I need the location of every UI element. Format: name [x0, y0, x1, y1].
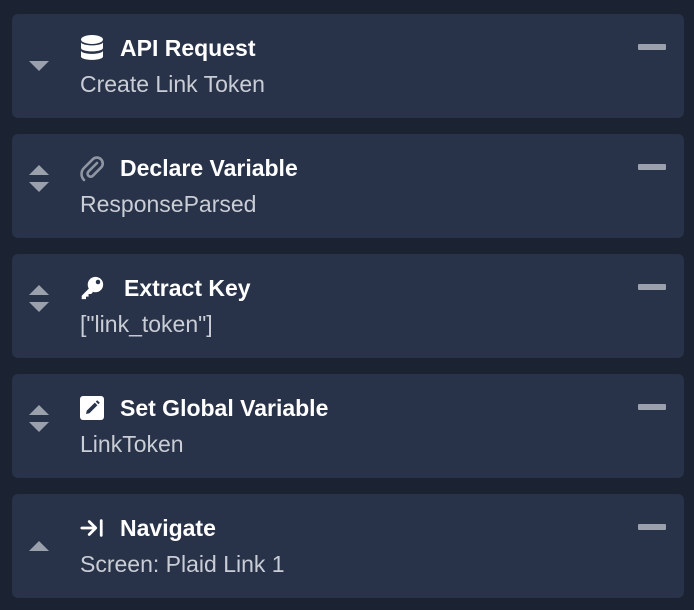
- move-up-button[interactable]: [29, 404, 49, 416]
- block-title: API Request: [120, 35, 256, 61]
- collapse-button[interactable]: [638, 44, 666, 50]
- caret-up-icon: [29, 165, 49, 175]
- caret-down-icon: [29, 61, 49, 71]
- paperclip-icon: [80, 154, 104, 182]
- move-up-button[interactable]: [29, 284, 49, 296]
- block-subtitle: Create Link Token: [80, 71, 265, 97]
- caret-up-icon: [29, 541, 49, 551]
- block-subtitle: ResponseParsed: [80, 191, 257, 217]
- move-down-button[interactable]: [29, 421, 49, 433]
- action-block-list: API Request Create Link Token Declare Va…: [0, 0, 694, 610]
- collapse-button[interactable]: [638, 404, 666, 410]
- block-subtitle: LinkToken: [80, 431, 184, 457]
- block-title: Declare Variable: [120, 155, 298, 181]
- block-subtitle: Screen: Plaid Link 1: [80, 551, 285, 577]
- action-block-declare-variable[interactable]: Declare Variable ResponseParsed: [12, 134, 684, 238]
- caret-down-icon: [29, 422, 49, 432]
- move-up-button[interactable]: [29, 164, 49, 176]
- action-block-set-global-variable[interactable]: Set Global Variable LinkToken: [12, 374, 684, 478]
- caret-up-icon: [29, 285, 49, 295]
- move-down-button[interactable]: [29, 301, 49, 313]
- action-block-api-request[interactable]: API Request Create Link Token: [12, 14, 684, 118]
- collapse-button[interactable]: [638, 164, 666, 170]
- block-title: Navigate: [120, 515, 216, 541]
- action-block-extract-key[interactable]: Extract Key ["link_token"]: [12, 254, 684, 358]
- caret-down-icon: [29, 302, 49, 312]
- block-title: Extract Key: [124, 275, 251, 301]
- move-up-button[interactable]: [29, 540, 49, 552]
- block-title: Set Global Variable: [120, 395, 329, 421]
- caret-down-icon: [29, 182, 49, 192]
- database-icon: [80, 34, 104, 62]
- move-down-button[interactable]: [29, 181, 49, 193]
- arrow-right-to-bar-icon: [80, 514, 104, 542]
- caret-up-icon: [29, 405, 49, 415]
- collapse-button[interactable]: [638, 524, 666, 530]
- collapse-button[interactable]: [638, 284, 666, 290]
- block-subtitle: ["link_token"]: [80, 311, 213, 337]
- action-block-navigate[interactable]: Navigate Screen: Plaid Link 1: [12, 494, 684, 598]
- edit-icon: [80, 394, 104, 422]
- key-icon: [80, 274, 104, 302]
- move-down-button[interactable]: [29, 60, 49, 72]
